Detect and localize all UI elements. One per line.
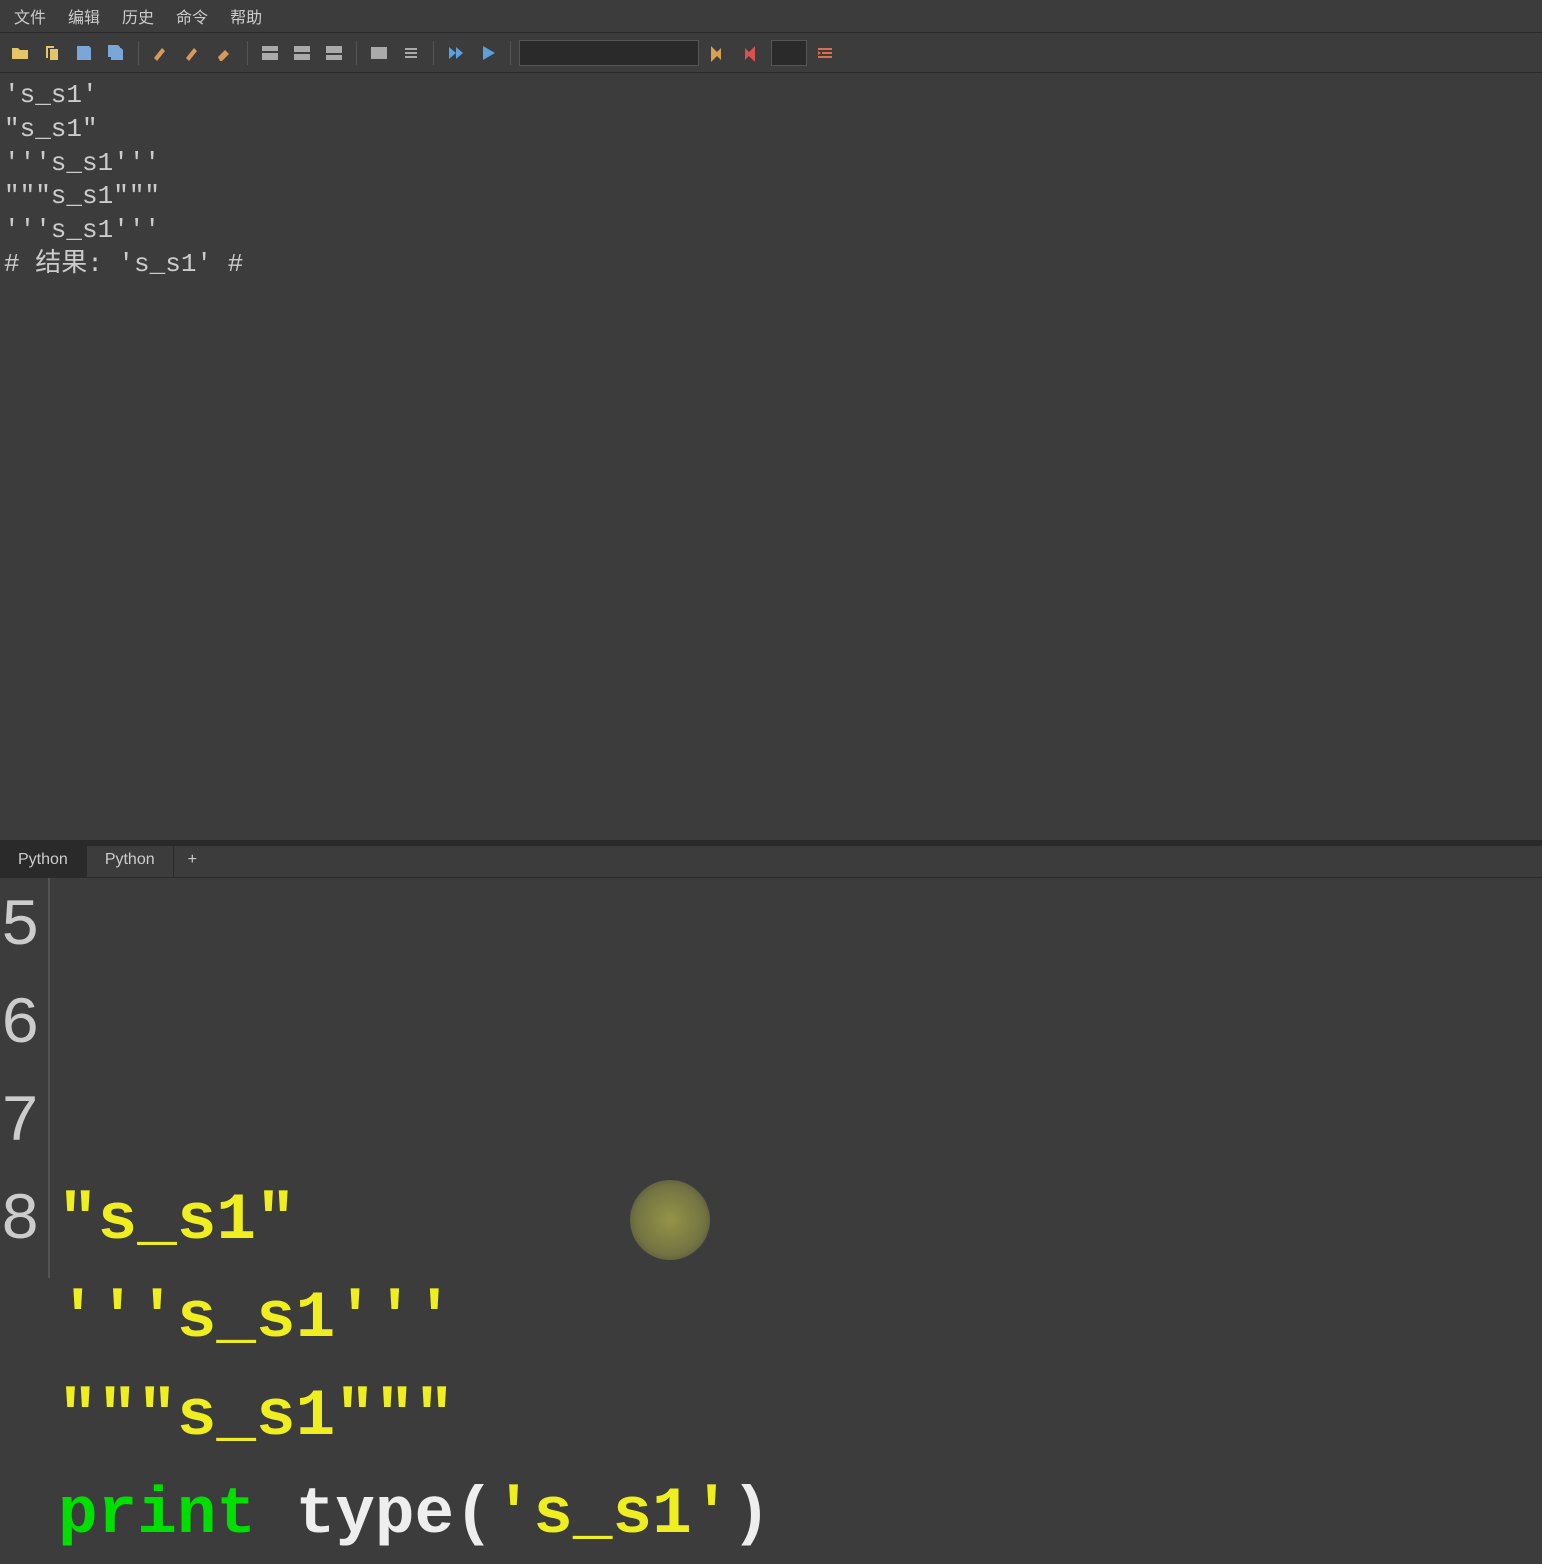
- token-str: """s_s1""": [58, 1379, 454, 1454]
- toolbar-separator: [247, 41, 248, 65]
- token-kw: print: [58, 1477, 256, 1552]
- play-icon: [478, 43, 498, 63]
- token-pn: ): [731, 1477, 771, 1552]
- fast-forward-icon: [446, 43, 466, 63]
- play-button[interactable]: [474, 39, 502, 67]
- token-pn: (: [454, 1477, 494, 1552]
- line-number: 5: [0, 878, 40, 976]
- toolbar-separator: [510, 41, 511, 65]
- menu-文件[interactable]: 文件: [4, 2, 56, 30]
- menu-bar: 文件编辑历史命令帮助: [0, 0, 1542, 33]
- eraser-button[interactable]: [211, 39, 239, 67]
- line-number: 6: [0, 976, 40, 1074]
- toolbar-separator: [433, 41, 434, 65]
- clear-button[interactable]: [147, 39, 175, 67]
- toolbar-small-box: [771, 40, 807, 66]
- code-line-7[interactable]: """s_s1""": [58, 1368, 1542, 1466]
- fast-forward-button[interactable]: [442, 39, 470, 67]
- clear-all-button[interactable]: [179, 39, 207, 67]
- token-str: 's_s1': [494, 1477, 732, 1552]
- line-number-gutter: 5678: [0, 878, 50, 1278]
- code-editor[interactable]: 5678 "s_s1"'''s_s1'''"""s_s1"""print typ…: [0, 878, 1542, 1278]
- panel-icon: [369, 43, 389, 63]
- save-all-icon: [106, 43, 126, 63]
- find-next-button[interactable]: [703, 39, 731, 67]
- tab-add-button[interactable]: +: [174, 846, 211, 877]
- tab-bar: PythonPython+: [0, 846, 1542, 878]
- panel-button[interactable]: [365, 39, 393, 67]
- split-top-icon: [260, 43, 280, 63]
- token-fn: type: [296, 1477, 454, 1552]
- find-prev-icon: [739, 43, 759, 63]
- toolbar-separator: [138, 41, 139, 65]
- code-line-5[interactable]: "s_s1": [58, 1172, 1542, 1270]
- code-line-8[interactable]: print type('s_s1'): [58, 1466, 1542, 1564]
- eraser-icon: [215, 43, 235, 63]
- find-next-icon: [707, 43, 727, 63]
- list-button[interactable]: [397, 39, 425, 67]
- token-str: "s_s1": [58, 1183, 296, 1258]
- indent-button[interactable]: [811, 39, 839, 67]
- save-button[interactable]: [70, 39, 98, 67]
- split-mid-button[interactable]: [288, 39, 316, 67]
- find-prev-button[interactable]: [735, 39, 763, 67]
- indent-icon: [815, 43, 835, 63]
- save-icon: [74, 43, 94, 63]
- split-mid-icon: [292, 43, 312, 63]
- clear-all-icon: [183, 43, 203, 63]
- token-pn: [256, 1477, 296, 1552]
- menu-编辑[interactable]: 编辑: [58, 2, 110, 30]
- tab-python-1[interactable]: Python: [87, 846, 174, 877]
- copy-file-icon: [42, 43, 62, 63]
- clear-icon: [151, 43, 171, 63]
- toolbar: [0, 33, 1542, 73]
- menu-帮助[interactable]: 帮助: [220, 2, 272, 30]
- copy-file-button[interactable]: [38, 39, 66, 67]
- menu-历史[interactable]: 历史: [112, 2, 164, 30]
- toolbar-separator: [356, 41, 357, 65]
- output-panel[interactable]: 's_s1' "s_s1" '''s_s1''' """s_s1""" '''s…: [0, 73, 1542, 840]
- split-bottom-icon: [324, 43, 344, 63]
- search-input[interactable]: [519, 40, 699, 66]
- split-top-button[interactable]: [256, 39, 284, 67]
- list-icon: [401, 43, 421, 63]
- token-str: '''s_s1''': [58, 1281, 454, 1356]
- code-line-6[interactable]: '''s_s1''': [58, 1270, 1542, 1368]
- save-all-button[interactable]: [102, 39, 130, 67]
- open-file-icon: [10, 43, 30, 63]
- open-file-button[interactable]: [6, 39, 34, 67]
- line-number: 7: [0, 1074, 40, 1172]
- tab-python-0[interactable]: Python: [0, 846, 87, 877]
- line-number: 8: [0, 1172, 40, 1270]
- split-bottom-button[interactable]: [320, 39, 348, 67]
- menu-命令[interactable]: 命令: [166, 2, 218, 30]
- code-area[interactable]: "s_s1"'''s_s1'''"""s_s1"""print type('s_…: [50, 878, 1542, 1278]
